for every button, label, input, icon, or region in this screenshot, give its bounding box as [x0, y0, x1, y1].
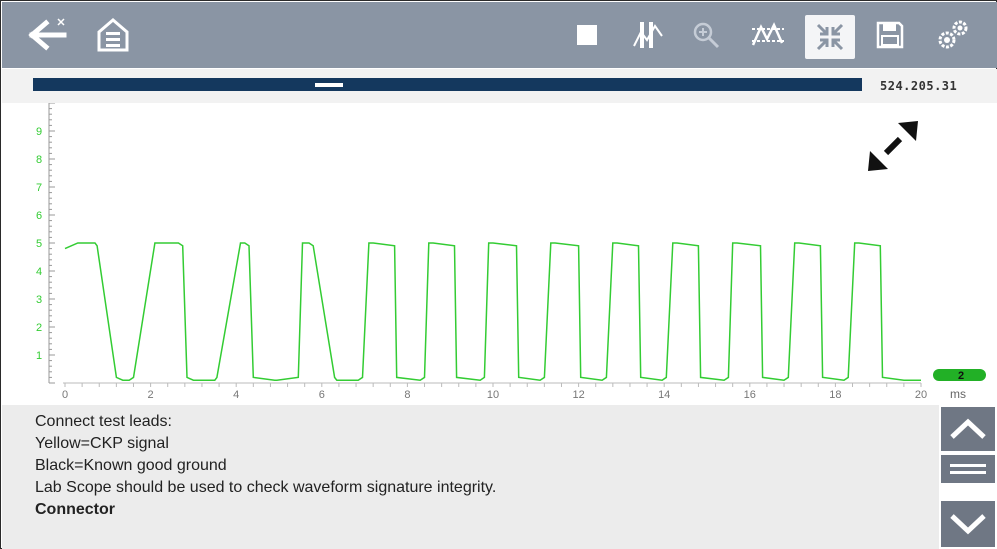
- gears-icon: [938, 20, 968, 49]
- trace-badge-label: 2: [958, 370, 964, 382]
- trace-settings-icon: [751, 22, 784, 46]
- trace-badge[interactable]: 2: [933, 369, 986, 382]
- save-button[interactable]: [868, 2, 912, 68]
- info-line: Lab Scope should be used to check wavefo…: [35, 479, 497, 496]
- y-tick-label: 5: [36, 238, 42, 250]
- trace-line: [64, 242, 921, 381]
- x-tick-label: 20: [915, 389, 927, 401]
- home-button[interactable]: [88, 2, 138, 68]
- x-tick-label: 2: [148, 389, 154, 401]
- info-line: Yellow=CKP signal: [35, 435, 169, 452]
- info-line-heading: Connector: [35, 501, 115, 518]
- scroll-handle-icon: [950, 464, 986, 474]
- scroll-column: [939, 405, 997, 549]
- buffer-position-bar[interactable]: [33, 78, 862, 91]
- y-tick-label: 9: [36, 126, 42, 138]
- y-tick-label: 2: [36, 322, 42, 334]
- buffer-readout: 524.205.31: [880, 79, 958, 93]
- home-icon: [97, 18, 129, 52]
- pause-trace-icon: [633, 22, 663, 48]
- buffer-position-thumb[interactable]: [315, 83, 343, 87]
- x-tick-label: 12: [572, 389, 584, 401]
- x-tick-label: 10: [487, 389, 499, 401]
- save-icon: [876, 21, 904, 49]
- chevron-up-icon: [950, 418, 986, 439]
- expand-arrows-icon[interactable]: [868, 121, 918, 171]
- y-tick-label: 1: [36, 350, 42, 362]
- scroll-handle[interactable]: [941, 455, 995, 483]
- x-tick-label: 0: [62, 389, 68, 401]
- collapse-button[interactable]: [805, 15, 855, 59]
- x-tick-label: 18: [829, 389, 841, 401]
- x-tick-label: 16: [744, 389, 756, 401]
- app-window: 524.205.31 123456789 0 2 4 6 8 10 12 14 16 18 20 2…: [0, 0, 997, 549]
- zoom-icon: [693, 22, 720, 49]
- x-tick-label: 6: [319, 389, 325, 401]
- y-tick-label: 3: [36, 294, 42, 306]
- waveform-chart: 123456789 0 2 4 6 8 10 12 14 16 18 20 2 ms: [36, 103, 986, 401]
- y-tick-label: 7: [36, 182, 42, 194]
- back-arrow-icon: [28, 18, 67, 51]
- y-axis: 1 2 3 4 5 6 7 8 9: [36, 103, 55, 384]
- x-axis: 0 2 4 6 8 10 12 14 16 18 20: [62, 382, 927, 401]
- y-tick-label: 8: [36, 154, 42, 166]
- expand-icon-group[interactable]: [868, 121, 918, 171]
- scroll-up-button[interactable]: [941, 407, 995, 451]
- info-line: Connect test leads:: [35, 413, 172, 430]
- x-tick-label: 4: [233, 389, 239, 401]
- trace-settings-button[interactable]: [744, 2, 792, 68]
- x-tick-label: 14: [658, 389, 670, 401]
- y-tick-label: 6: [36, 210, 42, 222]
- zoom-button: [684, 2, 728, 68]
- x-tick-label: 8: [404, 389, 410, 401]
- waveform-graph[interactable]: 123456789 0 2 4 6 8 10 12 14 16 18 20 2 ms: [2, 103, 997, 405]
- settings-button[interactable]: [930, 2, 976, 68]
- back-button[interactable]: [20, 2, 76, 68]
- y-tick-label: 4: [36, 266, 42, 278]
- scroll-down-button[interactable]: [941, 501, 995, 547]
- stop-icon: [577, 25, 597, 45]
- collapse-arrows-icon: [816, 23, 844, 51]
- toolbar: [2, 2, 997, 68]
- info-panel: Connect test leads: Yellow=CKP signal Bl…: [2, 405, 939, 549]
- position-bar-row: 524.205.31: [2, 69, 997, 103]
- pause-trace-button[interactable]: [625, 2, 671, 68]
- info-line: Black=Known good ground: [35, 457, 227, 474]
- x-unit-label: ms: [950, 387, 966, 401]
- chevron-down-icon: [950, 514, 986, 535]
- stop-button[interactable]: [567, 2, 607, 68]
